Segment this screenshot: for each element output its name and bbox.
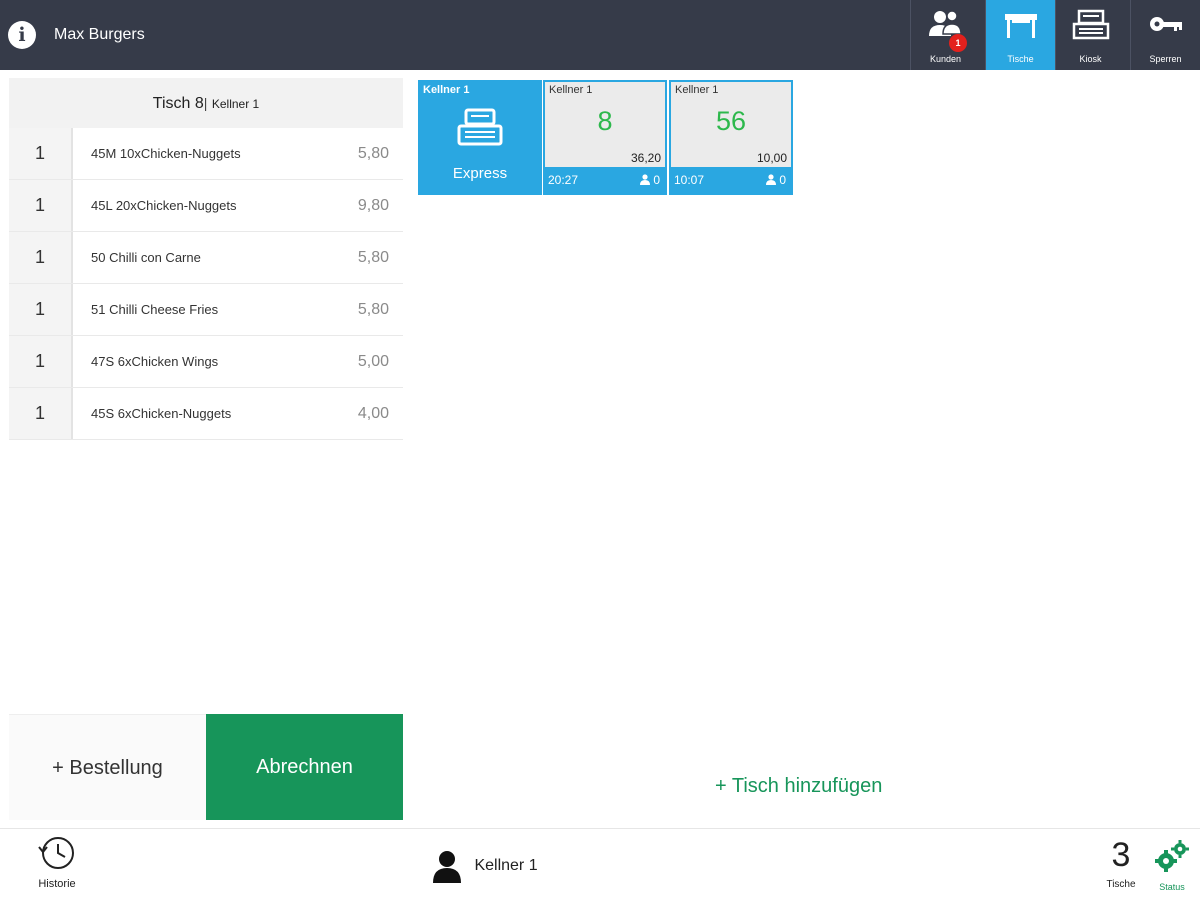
person-icon <box>640 174 651 185</box>
table-tile-footer: 10:07 0 <box>671 167 791 193</box>
order-item-row[interactable]: 1 47S 6xChicken Wings 5,00 <box>9 336 403 388</box>
express-waiter-name: Kellner 1 <box>423 84 470 96</box>
status-button[interactable]: Status <box>1152 839 1192 892</box>
history-icon <box>38 837 74 869</box>
add-order-button[interactable]: + Bestellung <box>9 714 206 820</box>
order-item-price: 5,80 <box>357 301 389 318</box>
order-item-price: 4,00 <box>357 405 389 422</box>
order-item-row[interactable]: 1 45M 10xChicken-Nuggets 5,80 <box>9 128 403 180</box>
cash-register-icon <box>1072 9 1109 40</box>
order-item-price: 5,80 <box>357 249 389 266</box>
add-table-button[interactable]: + Tisch hinzufügen <box>715 775 882 798</box>
history-label: Historie <box>38 878 76 890</box>
info-icon[interactable]: i <box>8 21 36 49</box>
current-user-name: Kellner 1 <box>474 857 538 874</box>
order-item-price: 9,80 <box>357 197 389 214</box>
order-item-name: 51 Chilli Cheese Fries <box>91 302 219 317</box>
table-count-label: Tische <box>1106 879 1136 890</box>
nav-kiosk-label: Kiosk <box>1079 54 1102 64</box>
express-label: Express <box>452 165 508 182</box>
table-guests: 0 <box>766 173 786 187</box>
order-item-quantity: 1 <box>9 336 73 387</box>
table-waiter-name: Kellner 1 <box>549 84 593 96</box>
cash-register-icon <box>457 108 503 146</box>
table-time: 20:27 <box>548 173 579 187</box>
nav-customers-label: Kunden <box>929 54 962 64</box>
table-count-value: 3 <box>1111 836 1131 874</box>
order-item-quantity: 1 <box>9 232 73 283</box>
table-amount: 10,00 <box>756 151 787 165</box>
order-item-row[interactable]: 1 45S 6xChicken-Nuggets 4,00 <box>9 388 403 440</box>
order-item-name: 45M 10xChicken-Nuggets <box>91 146 241 161</box>
order-item-row[interactable]: 1 51 Chilli Cheese Fries 5,80 <box>9 284 403 336</box>
order-item-price: 5,00 <box>357 353 389 370</box>
order-item-row[interactable]: 1 45L 20xChicken-Nuggets 9,80 <box>9 180 403 232</box>
order-item-row[interactable]: 1 50 Chilli con Carne 5,80 <box>9 232 403 284</box>
order-item-quantity: 1 <box>9 180 73 231</box>
table-tile-footer: 20:27 0 <box>545 167 665 193</box>
key-icon <box>1149 17 1182 31</box>
nav-lock-label: Sperren <box>1149 54 1182 64</box>
nav-lock-button[interactable]: Sperren <box>1130 0 1200 70</box>
table-time: 10:07 <box>674 173 705 187</box>
table-amount: 36,20 <box>630 151 661 165</box>
table-number: 56 <box>715 106 747 136</box>
current-user[interactable]: Kellner 1 <box>432 849 538 883</box>
checkout-button[interactable]: Abrechnen <box>206 714 403 820</box>
order-item-name: 45S 6xChicken-Nuggets <box>91 406 232 421</box>
order-header-separator: | <box>203 95 208 111</box>
history-button[interactable]: Historie <box>30 835 84 890</box>
top-bar: i Max Burgers 1 Kunden Tische Kiosk Sper… <box>0 0 1200 70</box>
order-item-name: 47S 6xChicken Wings <box>91 354 219 369</box>
order-panel: Tisch 8| Kellner 1 1 45M 10xChicken-Nugg… <box>9 78 403 820</box>
nav-kiosk-button[interactable]: Kiosk <box>1055 0 1125 70</box>
user-icon <box>433 851 461 883</box>
order-item-price: 5,80 <box>357 145 389 162</box>
express-tile[interactable]: Kellner 1 Express <box>418 80 542 195</box>
customers-badge: 1 <box>949 34 967 52</box>
order-item-name: 45L 20xChicken-Nuggets <box>91 198 237 213</box>
person-icon <box>766 174 777 185</box>
table-tile[interactable]: Kellner 1 8 36,20 20:27 0 <box>543 80 667 195</box>
order-table-name: Tisch 8 <box>152 95 204 112</box>
table-guests: 0 <box>640 173 660 187</box>
order-item-quantity: 1 <box>9 388 73 439</box>
gears-icon <box>1155 840 1189 872</box>
table-count: 3 Tische <box>1104 835 1138 890</box>
app-title: Max Burgers <box>54 26 145 43</box>
nav-customers-button[interactable]: 1 Kunden <box>910 0 980 70</box>
nav-tables-label: Tische <box>1007 54 1034 64</box>
table-guest-count: 0 <box>653 173 660 187</box>
table-waiter-name: Kellner 1 <box>675 84 719 96</box>
status-label: Status <box>1159 882 1185 892</box>
order-item-quantity: 1 <box>9 284 73 335</box>
bottom-bar: Historie Kellner 1 3 Tische Status <box>0 828 1200 900</box>
order-item-quantity: 1 <box>9 128 73 179</box>
order-item-name: 50 Chilli con Carne <box>91 250 201 265</box>
table-number: 8 <box>597 106 613 136</box>
order-header: Tisch 8| Kellner 1 <box>9 78 403 128</box>
table-guest-count: 0 <box>779 173 786 187</box>
order-item-list: 1 45M 10xChicken-Nuggets 5,80 1 45L 20xC… <box>9 128 403 440</box>
nav-tables-button[interactable]: Tische <box>985 0 1055 70</box>
table-icon <box>1004 14 1037 38</box>
order-waiter-name: Kellner 1 <box>211 97 260 111</box>
table-tile[interactable]: Kellner 1 56 10,00 10:07 0 <box>669 80 793 195</box>
